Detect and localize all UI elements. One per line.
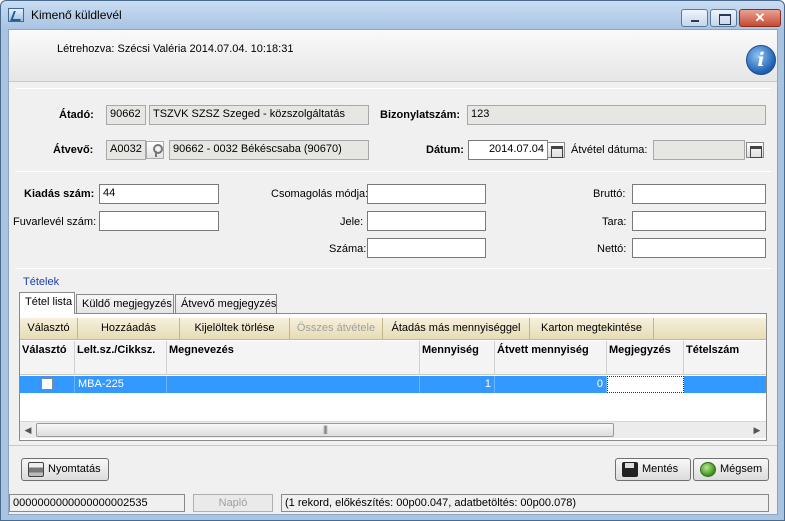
atado-label: Átadó:: [59, 109, 94, 121]
maximize-button[interactable]: [710, 9, 737, 27]
save-button[interactable]: Mentés: [615, 458, 691, 481]
item-no-cell: [684, 376, 766, 393]
print-button[interactable]: Nyomtatás: [21, 458, 109, 481]
bizonylat-field: 123: [467, 105, 766, 125]
received-qty-cell[interactable]: 0: [495, 376, 607, 393]
cancel-button-label: Mégsem: [720, 463, 763, 475]
note-cell[interactable]: [607, 376, 684, 393]
netto-label: Nettó:: [597, 243, 627, 255]
atvetel-datuma-field: [653, 140, 745, 160]
brutto-field[interactable]: [632, 184, 766, 204]
table-row[interactable]: MBA-225 1 0: [20, 376, 766, 393]
datum-label: Dátum:: [426, 144, 464, 156]
datum-calendar-icon[interactable]: [547, 142, 565, 158]
code-cell: MBA-225: [75, 376, 167, 393]
szama-label: Száma:: [329, 243, 367, 255]
column-header[interactable]: Mennyiség: [420, 341, 495, 375]
atvetel-datuma-label: Átvétel dátuma:: [571, 144, 648, 156]
grid-header: Választó Lelt.sz./Cikksz. Megnevezés Men…: [20, 341, 766, 375]
kiadas-szam-field[interactable]: 44: [99, 184, 219, 204]
atvevo-lookup-key-icon[interactable]: [146, 141, 164, 159]
atvevo-label: Átvevő:: [53, 144, 94, 156]
close-button[interactable]: ✕: [739, 9, 781, 27]
header-panel: Létrehozva: Szécsi Valéria 2014.07.04. 1…: [9, 30, 777, 82]
bizonylat-label: Bizonylatszám:: [380, 109, 461, 121]
csomagolas-label: Csomagolás módja:: [271, 188, 369, 200]
row-select-cell[interactable]: [20, 376, 75, 393]
atado-code-field: 90662: [106, 105, 146, 125]
minimize-button[interactable]: [681, 9, 708, 27]
atado-name-field: TSZVK SZSZ Szeged - közszolgáltatás: [149, 105, 369, 125]
cancel-button[interactable]: Mégsem: [693, 458, 769, 481]
datum-field[interactable]: 2014.07.04: [468, 140, 548, 160]
app-icon: [8, 8, 24, 22]
undo-icon: [700, 462, 716, 477]
view-card-button[interactable]: Karton megtekintése: [530, 318, 654, 339]
name-cell: [167, 376, 420, 393]
szama-field[interactable]: [367, 238, 486, 258]
receive-all-button: Összes átvétele: [290, 318, 383, 339]
atvevo-code-field: A0032: [106, 140, 146, 160]
print-button-label: Nyomtatás: [48, 463, 101, 475]
jele-label: Jele:: [340, 216, 364, 228]
scroll-right-icon[interactable]: ▶: [749, 424, 765, 437]
title-bar[interactable]: Kimenő küldlevél ✕: [1, 1, 784, 29]
kiadas-szam-label: Kiadás szám:: [24, 188, 95, 200]
tara-field[interactable]: [632, 211, 766, 231]
floppy-disk-icon: [622, 462, 638, 477]
column-header[interactable]: Átvett mennyiség: [495, 341, 607, 375]
window-title: Kimenő küldlevél: [31, 8, 122, 22]
item-list-panel: Választó Hozzáadás Kijelöltek törlése Ös…: [19, 313, 767, 441]
divider: [15, 88, 771, 89]
add-button[interactable]: Hozzáadás: [78, 318, 180, 339]
column-header[interactable]: Lelt.sz./Cikksz.: [75, 341, 167, 375]
column-header[interactable]: Megnevezés: [167, 341, 420, 375]
items-section-label: Tételek: [23, 276, 60, 288]
tab-sender-note[interactable]: Küldő megjegyzés: [76, 294, 174, 314]
row-checkbox[interactable]: [41, 378, 53, 390]
csomagolas-field[interactable]: [367, 184, 486, 204]
fuvarlevel-label: Fuvarlevél szám:: [13, 216, 97, 228]
column-header[interactable]: Megjegyzés: [607, 341, 684, 375]
divider: [15, 268, 771, 269]
divider: [15, 171, 771, 172]
client-area: Létrehozva: Szécsi Valéria 2014.07.04. 1…: [8, 29, 778, 515]
delete-selected-button[interactable]: Kijelöltek törlése: [180, 318, 290, 339]
save-button-label: Mentés: [642, 463, 679, 475]
netto-field[interactable]: [632, 238, 766, 258]
tab-item-list[interactable]: Tétel lista: [19, 292, 75, 314]
info-icon[interactable]: i: [746, 45, 776, 75]
items-toolbar: Választó Hozzáadás Kijelöltek törlése Ös…: [20, 318, 766, 340]
atvetel-calendar-icon[interactable]: [746, 142, 764, 158]
fuvarlevel-field[interactable]: [99, 211, 219, 231]
divider: [9, 445, 777, 446]
atvevo-name-field: 90662 - 0032 Békéscsaba (90670): [169, 140, 369, 160]
transfer-other-qty-button[interactable]: Átadás más mennyiséggel: [383, 318, 530, 339]
scroll-left-icon[interactable]: ◀: [20, 424, 36, 437]
column-header[interactable]: Választó: [20, 341, 75, 375]
window: Kimenő küldlevél ✕ Létrehozva: Szécsi Va…: [0, 0, 785, 521]
record-id-status: 0000000000000000002535: [9, 494, 185, 512]
scroll-thumb[interactable]: |||: [36, 423, 614, 437]
brutto-label: Bruttó:: [593, 188, 626, 200]
jele-field[interactable]: [367, 211, 486, 231]
load-info-status: (1 rekord, előkészítés: 00p00.047, adatb…: [281, 494, 769, 512]
qty-cell: 1: [420, 376, 495, 393]
printer-icon: [28, 462, 44, 477]
tab-receiver-note[interactable]: Átvevő megjegyzés: [175, 294, 277, 314]
log-button: Napló: [193, 494, 273, 512]
horizontal-scrollbar[interactable]: ◀ ||| ▶: [20, 421, 766, 438]
created-info: Létrehozva: Szécsi Valéria 2014.07.04. 1…: [57, 43, 294, 55]
selector-button[interactable]: Választó: [20, 318, 78, 339]
column-header[interactable]: Tételszám: [684, 341, 766, 375]
tara-label: Tara:: [602, 216, 627, 228]
